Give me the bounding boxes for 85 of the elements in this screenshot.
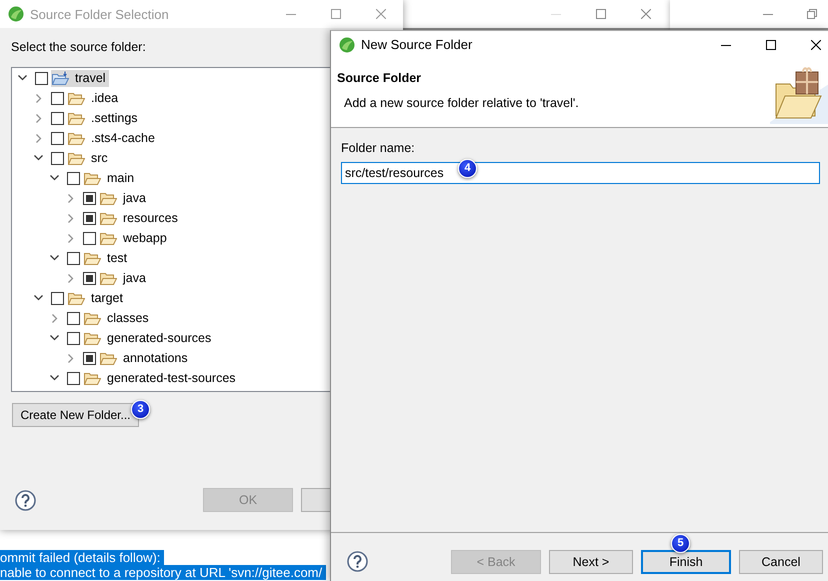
step-badge: 4	[458, 159, 477, 178]
checkbox[interactable]	[83, 272, 96, 284]
chevron-down-icon[interactable]	[50, 335, 59, 341]
chevron-right-icon[interactable]	[36, 114, 42, 122]
chevron-right-icon[interactable]	[68, 214, 74, 222]
tree-item[interactable]: test	[83, 250, 130, 266]
checkbox[interactable]	[83, 352, 96, 364]
tree-item[interactable]: classes	[83, 310, 152, 326]
checkbox[interactable]	[51, 132, 64, 144]
folder-icon	[84, 172, 101, 184]
chevron-right-icon[interactable]	[68, 354, 74, 362]
checkbox[interactable]	[67, 372, 80, 384]
checkbox[interactable]	[51, 92, 64, 104]
step-badge: 5	[671, 534, 690, 553]
tree-item[interactable]: resources	[99, 210, 181, 226]
tree-item[interactable]: java	[99, 270, 149, 286]
chevron-down-icon[interactable]	[50, 175, 59, 181]
checkbox[interactable]	[67, 312, 80, 324]
chevron-right-icon[interactable]	[68, 234, 74, 242]
checkbox[interactable]	[67, 332, 80, 344]
field-label: Folder name:	[341, 141, 415, 155]
chevron-right-icon[interactable]	[52, 314, 58, 322]
folder-icon	[84, 252, 101, 264]
tree-item[interactable]: java	[99, 190, 149, 206]
chevron-down-icon[interactable]	[34, 155, 43, 161]
folder-icon	[68, 132, 85, 144]
tree-item[interactable]: annotations	[99, 350, 191, 366]
folder-icon	[68, 92, 85, 104]
folder-icon	[68, 112, 85, 124]
tree-item[interactable]: travel	[51, 70, 109, 86]
checkbox[interactable]	[51, 292, 64, 304]
prompt-label: Select the source folder:	[11, 40, 146, 54]
window-title: Source Folder Selection	[30, 6, 169, 22]
folder-icon	[100, 272, 117, 284]
checkbox[interactable]	[83, 212, 96, 224]
folder-icon	[84, 332, 101, 344]
checkbox[interactable]	[51, 152, 64, 164]
checkbox[interactable]	[35, 72, 48, 84]
button[interactable]: Create New Folder...	[12, 403, 139, 427]
checkbox[interactable]	[67, 172, 80, 184]
step-badge: 3	[131, 400, 150, 419]
tree-item[interactable]: main	[83, 170, 138, 186]
button[interactable]: Finish	[641, 550, 731, 574]
chevron-right-icon[interactable]	[36, 94, 42, 102]
app-logo-icon	[339, 36, 355, 52]
folder-icon	[68, 292, 85, 304]
project-folder-icon	[52, 70, 69, 86]
tree-item[interactable]: .idea	[67, 90, 122, 106]
page-heading: Source Folder	[337, 71, 422, 85]
tree-item[interactable]: target	[67, 290, 126, 306]
tree-item[interactable]: .sts4-cache	[67, 130, 158, 146]
tree-item[interactable]: .settings	[67, 110, 141, 126]
folder-icon	[100, 212, 117, 224]
chevron-down-icon[interactable]	[50, 375, 59, 381]
button[interactable]: Cancel	[739, 550, 823, 574]
chevron-down-icon[interactable]	[34, 295, 43, 301]
folder-icon	[84, 372, 101, 384]
checkbox[interactable]	[83, 192, 96, 204]
page-description: Add a new source folder relative to 'travel'.	[344, 96, 579, 110]
close-icon[interactable]	[811, 40, 821, 50]
chevron-right-icon[interactable]	[36, 134, 42, 142]
help-icon[interactable]	[15, 490, 36, 510]
chevron-right-icon[interactable]	[68, 274, 74, 282]
window-title: New Source Folder	[361, 37, 472, 52]
checkbox[interactable]	[67, 252, 80, 264]
maximize-icon[interactable]	[766, 40, 776, 50]
checkbox[interactable]	[51, 112, 64, 124]
folder-icon	[100, 192, 117, 204]
chevron-down-icon[interactable]	[18, 75, 27, 81]
checkbox[interactable]	[83, 232, 96, 244]
tree-item[interactable]: generated-test-sources	[83, 370, 239, 386]
chevron-down-icon[interactable]	[50, 255, 59, 261]
button[interactable]: Next >	[549, 550, 633, 574]
app-logo-icon	[8, 6, 24, 22]
folder-icon	[84, 312, 101, 324]
folder-package-icon	[770, 64, 828, 124]
folder-icon	[100, 232, 117, 244]
folder-icon	[100, 352, 117, 364]
help-icon[interactable]	[347, 551, 368, 572]
chevron-right-icon[interactable]	[68, 194, 74, 202]
tree-item[interactable]: webapp	[99, 230, 170, 246]
folder-icon	[68, 152, 85, 164]
tree-item[interactable]: generated-sources	[83, 330, 214, 346]
tree-item[interactable]: src	[67, 150, 111, 166]
restore-icon[interactable]	[807, 9, 817, 19]
